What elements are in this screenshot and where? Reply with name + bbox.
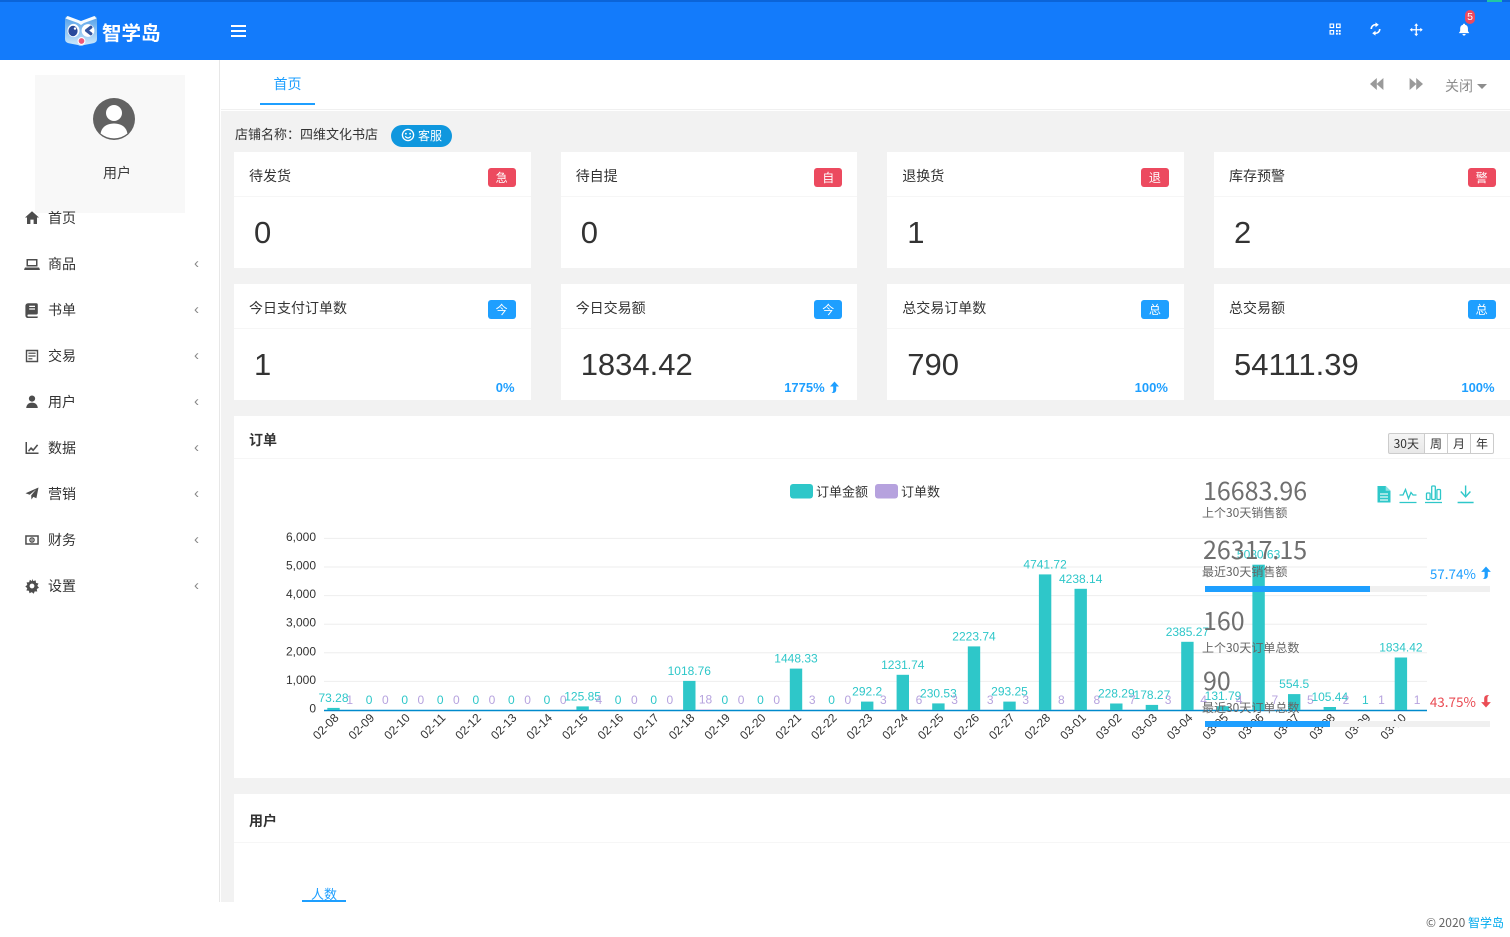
svg-text:0: 0 xyxy=(418,693,425,707)
svg-text:0: 0 xyxy=(508,693,515,707)
svg-text:02-27: 02-27 xyxy=(986,710,1018,742)
svg-text:03-03: 03-03 xyxy=(1128,710,1160,742)
svg-text:3: 3 xyxy=(951,693,958,707)
svg-text:02-25: 02-25 xyxy=(915,710,947,742)
svg-text:02-11: 02-11 xyxy=(417,710,448,741)
svg-text:02-21: 02-21 xyxy=(773,710,805,742)
svg-text:02-09: 02-09 xyxy=(346,710,378,742)
svg-text:02-22: 02-22 xyxy=(808,710,840,742)
svg-text:订单金额: 订单金额 xyxy=(816,485,868,500)
svg-text:02-19: 02-19 xyxy=(701,710,733,742)
svg-text:0: 0 xyxy=(366,693,373,707)
svg-text:0: 0 xyxy=(309,702,316,716)
svg-text:02-13: 02-13 xyxy=(488,710,520,742)
svg-text:3: 3 xyxy=(880,693,887,707)
svg-text:3,000: 3,000 xyxy=(286,616,316,630)
svg-text:1: 1 xyxy=(1378,693,1385,707)
svg-text:02-17: 02-17 xyxy=(630,710,662,742)
svg-text:02-10: 02-10 xyxy=(381,710,413,742)
svg-text:0: 0 xyxy=(489,693,496,707)
svg-text:0: 0 xyxy=(401,693,408,707)
svg-text:0: 0 xyxy=(631,693,638,707)
svg-text:0: 0 xyxy=(844,693,851,707)
svg-text:02-28: 02-28 xyxy=(1022,710,1054,742)
svg-text:02-24: 02-24 xyxy=(879,710,911,742)
svg-text:03-04: 03-04 xyxy=(1164,710,1196,742)
svg-text:8: 8 xyxy=(1058,693,1065,707)
svg-text:0: 0 xyxy=(615,693,622,707)
svg-text:02-14: 02-14 xyxy=(524,710,556,742)
svg-text:0: 0 xyxy=(757,693,764,707)
svg-text:1448.33: 1448.33 xyxy=(774,652,818,666)
svg-text:02-15: 02-15 xyxy=(559,710,591,742)
svg-text:1231.74: 1231.74 xyxy=(881,658,925,672)
svg-text:1: 1 xyxy=(346,693,353,707)
svg-text:0: 0 xyxy=(437,693,444,707)
svg-text:3: 3 xyxy=(1165,693,1172,707)
svg-text:03-02: 03-02 xyxy=(1093,710,1125,742)
svg-text:02-18: 02-18 xyxy=(666,710,698,742)
svg-text:02-23: 02-23 xyxy=(844,710,876,742)
svg-text:2: 2 xyxy=(1343,693,1350,707)
svg-text:0: 0 xyxy=(453,693,460,707)
svg-text:02-20: 02-20 xyxy=(737,710,769,742)
svg-text:4: 4 xyxy=(595,693,602,707)
svg-text:1: 1 xyxy=(1414,693,1421,707)
svg-text:5,000: 5,000 xyxy=(286,559,316,573)
svg-text:292.2: 292.2 xyxy=(852,685,882,699)
svg-text:03-01: 03-01 xyxy=(1057,710,1089,742)
svg-text:1018.76: 1018.76 xyxy=(668,664,712,678)
svg-text:1834.42: 1834.42 xyxy=(1379,641,1423,655)
svg-text:0: 0 xyxy=(382,693,389,707)
svg-text:0: 0 xyxy=(773,693,780,707)
svg-text:02-16: 02-16 xyxy=(595,710,627,742)
svg-text:4238.14: 4238.14 xyxy=(1059,572,1103,586)
svg-text:0: 0 xyxy=(524,693,531,707)
svg-text:0: 0 xyxy=(544,693,551,707)
svg-text:1,000: 1,000 xyxy=(286,673,316,687)
svg-text:73.28: 73.28 xyxy=(318,691,348,705)
svg-text:1: 1 xyxy=(1362,693,1369,707)
svg-text:3: 3 xyxy=(1022,693,1029,707)
svg-text:0: 0 xyxy=(828,693,835,707)
svg-text:18: 18 xyxy=(699,693,713,707)
svg-text:0: 0 xyxy=(738,693,745,707)
svg-text:4741.72: 4741.72 xyxy=(1023,557,1067,571)
svg-text:2,000: 2,000 xyxy=(286,644,316,658)
svg-text:2223.74: 2223.74 xyxy=(952,629,996,643)
svg-text:0: 0 xyxy=(650,693,657,707)
svg-text:4,000: 4,000 xyxy=(286,587,316,601)
svg-text:6,000: 6,000 xyxy=(286,530,316,544)
svg-text:订单数: 订单数 xyxy=(901,485,940,500)
svg-text:02-12: 02-12 xyxy=(452,710,484,742)
svg-text:0: 0 xyxy=(472,693,479,707)
svg-text:3: 3 xyxy=(809,693,816,707)
svg-text:554.5: 554.5 xyxy=(1279,677,1309,691)
svg-text:02-26: 02-26 xyxy=(951,710,983,742)
svg-text:0: 0 xyxy=(667,693,674,707)
svg-text:0: 0 xyxy=(722,693,729,707)
